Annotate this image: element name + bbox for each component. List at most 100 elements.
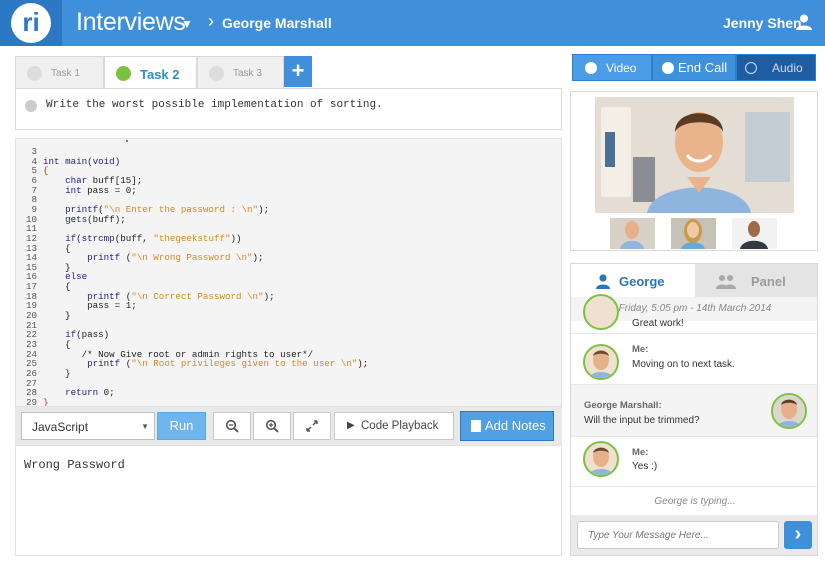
code-editor[interactable]: 3 4 int main(void) 5{6 char buff[15]; 7 int … xyxy=(15,138,562,407)
code-line: 8 xyxy=(16,195,43,205)
run-button[interactable]: Run xyxy=(157,412,206,440)
end-call-label: End Call xyxy=(678,60,728,75)
language-value: JavaScript xyxy=(32,420,89,434)
play-icon: ▶ xyxy=(347,420,355,431)
tab-task-2[interactable]: Task 2 xyxy=(104,56,197,89)
group-icon xyxy=(716,275,736,289)
tab-task-3[interactable]: Task 3 xyxy=(197,56,284,88)
logo[interactable]: ri xyxy=(0,0,62,46)
avatar[interactable] xyxy=(583,344,619,380)
video-panel xyxy=(570,91,818,251)
zoom-in-icon xyxy=(265,419,279,433)
zoom-in-button[interactable] xyxy=(253,412,291,440)
eye-icon xyxy=(116,66,131,81)
participant-thumbnail-1[interactable] xyxy=(610,218,655,249)
code-text: } xyxy=(43,367,71,379)
code-playback-button[interactable]: ▶ Code Playback xyxy=(334,412,454,440)
user-name[interactable]: Jenny Shen xyxy=(723,15,802,31)
code-line: 20 } xyxy=(16,311,71,321)
language-select[interactable]: JavaScript ▼ xyxy=(21,412,155,440)
message-text: Will the input be trimmed? xyxy=(584,415,700,426)
chat-tab-panel[interactable]: Panel xyxy=(695,264,817,297)
code-text: } xyxy=(43,396,49,407)
send-button[interactable]: › xyxy=(784,521,812,549)
message-text: Moving on to next task. xyxy=(632,359,735,370)
task-description-text: Write the worst possible implementation … xyxy=(46,99,383,111)
code-text: return 0; xyxy=(65,387,115,399)
code-line: 3 xyxy=(16,147,43,157)
chat-tab-label: George xyxy=(619,274,665,289)
expand-icon xyxy=(306,420,318,432)
tab-label: Task 3 xyxy=(233,68,262,79)
code-text: printf ("\n Root privileges given to the… xyxy=(87,358,369,370)
line-number: 29 xyxy=(25,396,37,407)
mute-icon xyxy=(745,62,757,74)
avatar[interactable] xyxy=(771,393,807,429)
phone-icon xyxy=(662,62,674,74)
video-button[interactable]: Video xyxy=(572,54,652,81)
user-icon xyxy=(596,274,610,289)
end-call-button[interactable]: End Call xyxy=(652,54,736,81)
expand-button[interactable] xyxy=(293,412,331,440)
typing-indicator: George is typing... xyxy=(654,496,736,507)
output-text: Wrong Password xyxy=(24,458,125,472)
chevron-down-icon[interactable]: ▼ xyxy=(181,17,193,31)
code-line: 26 } xyxy=(16,367,71,379)
message-text: Yes :) xyxy=(632,461,658,472)
person-icon xyxy=(732,218,777,249)
document-icon xyxy=(471,420,481,432)
chat-tab-george[interactable]: George xyxy=(571,264,695,297)
output-console: Wrong Password xyxy=(15,445,562,556)
chat-panel: George Panel Friday, 5:05 pm - 14th Marc… xyxy=(570,263,818,556)
chat-message-input[interactable] xyxy=(577,521,779,549)
interview-app: ri Interviews ▼ › George Marshall Jenny … xyxy=(0,0,825,580)
video-label: Video xyxy=(606,61,637,75)
add-notes-button[interactable]: Add Notes xyxy=(460,411,554,441)
message-sender: Me: xyxy=(632,447,649,458)
editor-toolbar: JavaScript ▼ Run ▶ Code Playback Add Not… xyxy=(15,407,562,445)
message-sender: George Marshall: xyxy=(584,400,662,411)
person-video-image xyxy=(595,97,794,213)
task-description: Write the worst possible implementation … xyxy=(15,88,562,130)
eye-icon xyxy=(209,66,224,81)
code-text: printf ("\n Wrong Password \n"); xyxy=(87,252,264,264)
participant-thumbnail-2[interactable] xyxy=(671,218,716,249)
user-icon[interactable] xyxy=(795,13,813,31)
zoom-out-button[interactable] xyxy=(213,412,251,440)
add-notes-label: Add Notes xyxy=(485,418,546,433)
chat-tab-label: Panel xyxy=(751,274,786,289)
chat-message: Me: Yes :) xyxy=(571,437,817,487)
chat-message: George Marshall: Will the input be trimm… xyxy=(571,385,817,437)
code-playback-label: Code Playback xyxy=(361,420,439,432)
tab-label: Task 1 xyxy=(51,68,80,79)
code-line: 29} xyxy=(16,396,49,407)
avatar[interactable] xyxy=(583,441,619,477)
top-bar: ri Interviews ▼ › George Marshall Jenny … xyxy=(0,0,825,46)
message-text: Great work! xyxy=(632,318,684,329)
zoom-out-icon xyxy=(225,419,239,433)
chat-composer: › xyxy=(571,515,817,555)
chat-message: Great work! xyxy=(571,294,817,334)
participant-thumbnail-3[interactable] xyxy=(732,218,777,249)
breadcrumb-candidate[interactable]: George Marshall xyxy=(222,15,332,31)
tab-label: Task 2 xyxy=(140,67,180,82)
code-text: int main(void) xyxy=(43,155,121,167)
code-text: gets(buff); xyxy=(65,213,126,225)
main-video-feed[interactable] xyxy=(595,97,794,213)
eye-icon xyxy=(27,66,42,81)
tab-task-1[interactable]: Task 1 xyxy=(15,56,104,88)
editor-scroll-marker xyxy=(126,140,128,142)
task-tabs: Task 1 Task 2 Task 3 + xyxy=(15,56,562,89)
edit-icon[interactable] xyxy=(25,100,37,112)
chat-message: Me: Moving on to next task. xyxy=(571,335,817,385)
code-text: int pass = 0; xyxy=(65,184,137,196)
person-icon xyxy=(773,395,805,427)
audio-button[interactable]: Audio xyxy=(736,54,816,81)
avatar[interactable] xyxy=(583,294,619,330)
code-text: } xyxy=(43,310,71,322)
webcam-icon xyxy=(585,62,597,74)
add-task-button[interactable]: + xyxy=(284,56,312,87)
person-icon xyxy=(589,350,613,378)
app-title[interactable]: Interviews xyxy=(76,8,186,37)
audio-label: Audio xyxy=(772,61,803,75)
